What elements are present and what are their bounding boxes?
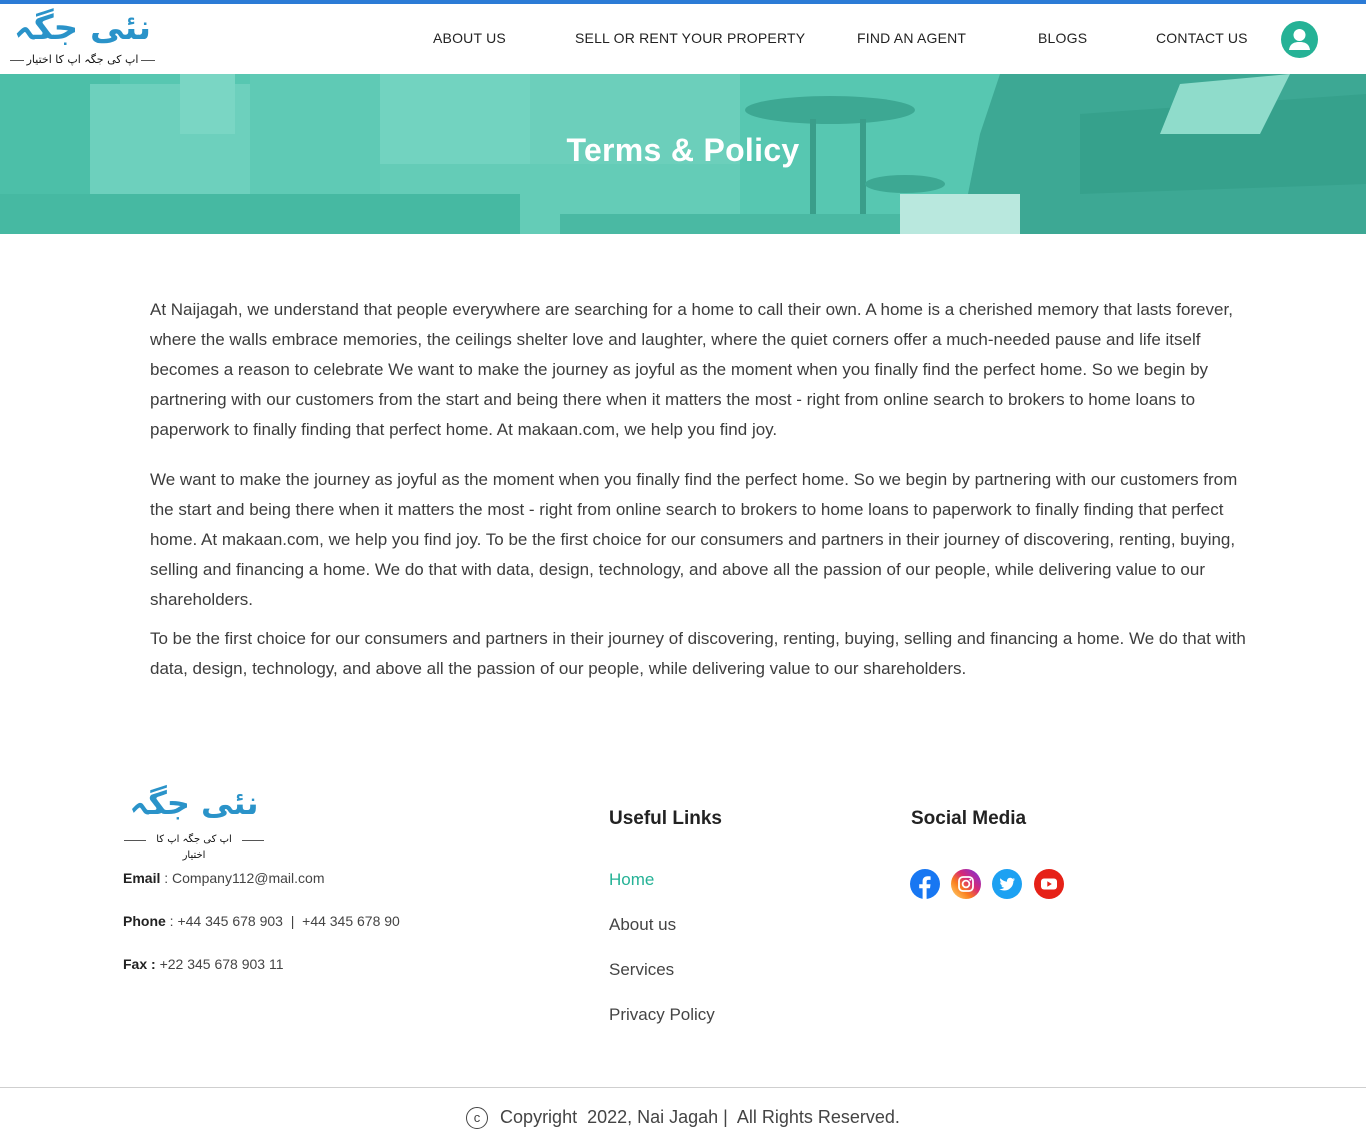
footer-logo-rule-left: [124, 840, 146, 841]
fax-value: +22 345 678 903 11: [155, 956, 284, 972]
user-account-icon[interactable]: [1281, 21, 1318, 58]
useful-links-heading: Useful Links: [609, 808, 722, 829]
fax-label: Fax :: [123, 956, 156, 972]
nav-find-an-agent[interactable]: FIND AN AGENT: [857, 30, 966, 46]
footer-phone: Phone : +44 345 678 903 | +44 345 678 90: [123, 913, 400, 929]
terms-paragraph: At Naijagah, we understand that people e…: [150, 300, 1233, 439]
nav-about-us[interactable]: ABOUT US: [433, 30, 506, 46]
footer-link-home[interactable]: Home: [609, 870, 654, 890]
footer-logo-rule-right: [242, 840, 264, 841]
logo-rule-right: [141, 60, 155, 61]
twitter-icon[interactable]: [992, 869, 1022, 899]
site-logo[interactable]: نئی جگہ اپ کی جگہ اپ کا اختیار: [10, 8, 155, 72]
terms-paragraph: We want to make the journey as joyful as…: [150, 470, 1238, 609]
copyright-text: Copyright 2022, Nai Jagah | All Rights R…: [500, 1107, 900, 1127]
page-title: Terms & Policy: [566, 132, 800, 168]
footer-logo[interactable]: نئی جگہ اپ کی جگہ اپ کا اختیار: [124, 782, 264, 861]
phone-label: Phone: [123, 913, 166, 929]
email-value[interactable]: : Company112@mail.com: [160, 870, 324, 886]
nav-blogs[interactable]: BLOGS: [1038, 30, 1087, 46]
phone-value[interactable]: : +44 345 678 903 | +44 345 678 90: [166, 913, 400, 929]
footer-link-services[interactable]: Services: [609, 960, 674, 980]
hero-banner: Terms & Policy: [0, 74, 1366, 234]
footer-email: Email : Company112@mail.com: [123, 870, 324, 886]
footer-link-about-us[interactable]: About us: [609, 915, 676, 935]
copyright-bar: c Copyright 2022, Nai Jagah | All Rights …: [0, 1107, 1366, 1129]
copyright-icon: c: [466, 1107, 489, 1129]
facebook-icon[interactable]: [910, 869, 940, 899]
terms-paragraph: To be the first choice for our consumers…: [150, 629, 1246, 678]
instagram-icon[interactable]: [951, 869, 981, 899]
footer-fax: Fax : +22 345 678 903 11: [123, 956, 284, 972]
social-media-heading: Social Media: [911, 808, 1027, 829]
footer-divider: [0, 1087, 1366, 1088]
email-label: Email: [123, 870, 161, 886]
nav-sell-or-rent[interactable]: SELL OR RENT YOUR PROPERTY: [575, 30, 805, 46]
logo-tagline: اپ کی جگہ اپ کا اختیار: [26, 53, 139, 66]
footer-logo-title: نئی جگہ: [129, 784, 259, 822]
youtube-icon[interactable]: [1034, 869, 1064, 899]
logo-rule-left: [10, 60, 24, 61]
footer-link-privacy-policy[interactable]: Privacy Policy: [609, 1005, 715, 1025]
footer-logo-tagline: اپ کی جگہ اپ کا اختیار: [156, 834, 232, 861]
site-header: نئی جگہ اپ کی جگہ اپ کا اختیار ABOUT US …: [0, 4, 1366, 74]
logo-title: نئی جگہ: [13, 8, 152, 48]
nav-contact-us[interactable]: CONTACT US: [1156, 30, 1248, 46]
footer-logo-tagline-row: اپ کی جگہ اپ کا اختیار: [124, 832, 264, 861]
logo-tagline-row: اپ کی جگہ اپ کا اختیار: [10, 52, 155, 68]
